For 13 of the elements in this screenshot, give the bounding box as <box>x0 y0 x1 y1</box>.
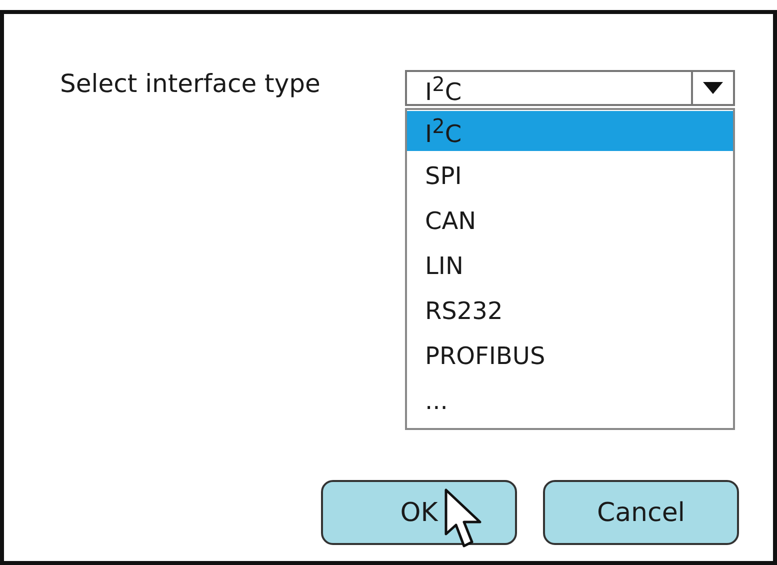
dropdown-option[interactable]: LIN <box>407 246 733 286</box>
dropdown-option[interactable]: SPI <box>407 156 733 196</box>
dropdown-option[interactable]: CAN <box>407 201 733 241</box>
dropdown-option[interactable]: PROFIBUS <box>407 336 733 376</box>
dropdown-option[interactable]: I$^{2}$C <box>407 111 733 151</box>
field-label: Select interface type <box>60 68 322 100</box>
cursor-icon <box>444 488 484 550</box>
dropdown-option[interactable]: ... <box>407 381 733 421</box>
cancel-button[interactable]: Cancel <box>543 480 739 545</box>
dropdown-option[interactable]: RS232 <box>407 291 733 331</box>
ok-button[interactable]: OK <box>321 480 517 545</box>
caret-icon <box>703 82 723 94</box>
interface-type-dropdown[interactable]: I$^{2}$C <box>405 70 735 106</box>
